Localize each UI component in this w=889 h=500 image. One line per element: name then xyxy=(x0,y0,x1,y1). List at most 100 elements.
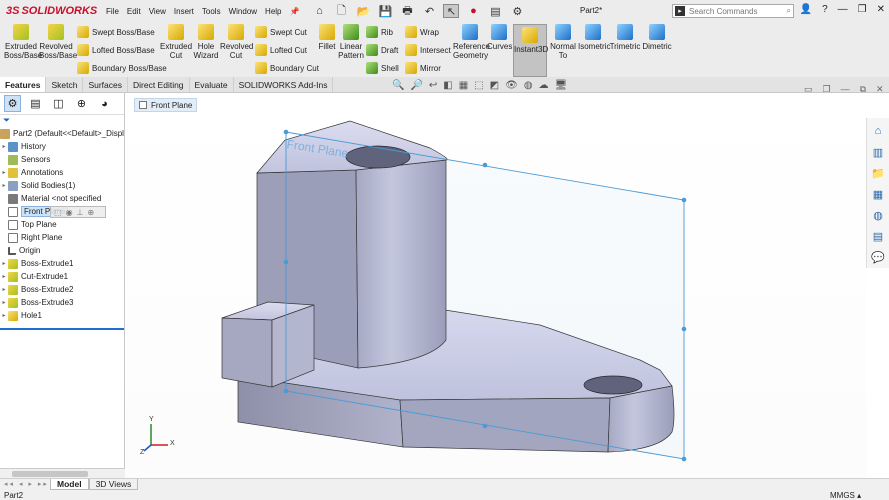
curves-button[interactable]: Curves xyxy=(487,24,512,51)
expand-arrow-icon[interactable]: ▸ xyxy=(0,286,8,293)
swept-cut-button[interactable]: Swept Cut xyxy=(255,26,307,38)
dimetric-button[interactable]: Dimetric xyxy=(641,24,673,51)
tree-item-origin[interactable]: Origin xyxy=(0,244,124,257)
custom-properties-icon[interactable]: ▤ xyxy=(871,229,885,243)
expand-arrow-icon[interactable]: ▸ xyxy=(0,312,8,319)
close-icon[interactable]: ✕ xyxy=(877,4,885,15)
tab-addins[interactable]: SOLIDWORKS Add-Ins xyxy=(234,77,334,92)
solidworks-logo[interactable]: 3S SOLIDWORKS xyxy=(0,5,100,17)
tree-item-material[interactable]: Material <not specified> xyxy=(0,192,124,205)
viewport-minimize-icon[interactable]: ▭ xyxy=(804,84,813,95)
new-document-icon[interactable]: 🗋 xyxy=(333,4,349,18)
filter-icon[interactable]: ⏷ xyxy=(0,115,124,127)
configuration-manager-tab-icon[interactable]: ◫ xyxy=(50,95,67,112)
panel-scrollbar[interactable] xyxy=(0,468,125,478)
undo-icon[interactable]: ↶ xyxy=(421,4,437,18)
extruded-cut-button[interactable]: Extruded Cut xyxy=(160,24,192,60)
intersect-button[interactable]: Intersect xyxy=(405,44,451,56)
menu-tools[interactable]: Tools xyxy=(202,7,221,16)
tab-scroll-buttons[interactable]: ◂◂ ◂ ▸ ▸▸ xyxy=(4,480,49,488)
shell-button[interactable]: Shell xyxy=(366,62,399,74)
feature-manager-tab-icon[interactable]: ⚙ xyxy=(4,95,21,112)
viewport-close-icon[interactable]: ✕ xyxy=(876,84,884,95)
revolved-cut-button[interactable]: Revolved Cut xyxy=(220,24,253,60)
search-commands[interactable]: ▸ Search Commands ⌕ xyxy=(672,4,794,18)
design-library-icon[interactable]: ▥ xyxy=(871,145,885,159)
linear-pattern-button[interactable]: Linear Pattern xyxy=(338,24,364,60)
part-model[interactable] xyxy=(126,93,866,478)
boundary-boss-button[interactable]: Boundary Boss/Base xyxy=(77,62,167,74)
search-icon[interactable]: ⌕ xyxy=(787,6,791,16)
view-orientation-icon[interactable]: ⬚ xyxy=(474,80,483,91)
save-icon[interactable]: 💾 xyxy=(377,4,393,18)
expand-arrow-icon[interactable]: ▸ xyxy=(0,143,8,150)
hide-show-icon[interactable]: 👁 xyxy=(505,80,518,91)
mirror-button[interactable]: Mirror xyxy=(405,62,441,74)
wrap-button[interactable]: Wrap xyxy=(405,26,439,38)
pin-icon[interactable]: 📌 xyxy=(290,7,300,16)
tree-root[interactable]: Part2 (Default<<Default>_Displ xyxy=(0,127,124,140)
tree-item-boss-extrude1[interactable]: ▸ Boss-Extrude1 xyxy=(0,257,124,270)
tab-direct-editing[interactable]: Direct Editing xyxy=(128,77,190,92)
appearances-icon[interactable]: ◍ xyxy=(871,208,885,222)
viewport-tile-icon[interactable]: ❐ xyxy=(823,84,831,95)
view-settings-icon[interactable]: 🖥 xyxy=(555,80,568,91)
scrollbar-thumb[interactable] xyxy=(12,471,88,477)
zoom-area-icon[interactable]: 🔎 xyxy=(410,80,422,91)
tree-item-solid-bodies[interactable]: ▸ Solid Bodies(1) xyxy=(0,179,124,192)
menu-file[interactable]: File xyxy=(106,7,119,16)
expand-arrow-icon[interactable]: ▸ xyxy=(0,260,8,267)
view-icon[interactable]: ◉ xyxy=(66,208,73,217)
fillet-button[interactable]: Fillet xyxy=(316,24,338,51)
display-style-icon[interactable]: ◩ xyxy=(490,80,499,91)
draft-button[interactable]: Draft xyxy=(366,44,398,56)
menu-view[interactable]: View xyxy=(149,7,166,16)
tree-item-cut-extrude1[interactable]: ▸ Cut-Extrude1 xyxy=(0,270,124,283)
user-icon[interactable]: 👤 xyxy=(800,4,812,15)
help-icon[interactable]: ? xyxy=(822,4,828,15)
tree-item-right-plane[interactable]: Right Plane xyxy=(0,231,124,244)
tab-surfaces[interactable]: Surfaces xyxy=(83,77,128,92)
rollback-bar[interactable] xyxy=(0,328,124,330)
isometric-button[interactable]: Isometric xyxy=(578,24,610,51)
normal-to-icon[interactable]: ⊥ xyxy=(77,208,84,217)
graphics-area[interactable]: Front Plane Front Plane X Y Z ⬚ ◉ ⊥ ⊕ xyxy=(50,93,866,478)
home-icon[interactable]: ⌂ xyxy=(311,4,327,18)
dimxpert-tab-icon[interactable]: ⊕ xyxy=(73,95,90,112)
display-manager-tab-icon[interactable]: ◕ xyxy=(96,95,113,112)
expand-arrow-icon[interactable]: ▸ xyxy=(0,182,8,189)
swept-boss-button[interactable]: Swept Boss/Base xyxy=(77,26,155,38)
open-icon[interactable]: 📂 xyxy=(355,4,371,18)
hole-wizard-button[interactable]: Hole Wizard xyxy=(192,24,220,60)
tab-3d-views[interactable]: 3D Views xyxy=(88,479,139,490)
dynamic-annotation-icon[interactable]: ▦ xyxy=(459,80,468,91)
previous-view-icon[interactable]: ↩ xyxy=(429,80,437,91)
options-gear-icon[interactable]: ⚙ xyxy=(509,4,525,18)
rib-button[interactable]: Rib xyxy=(366,26,393,38)
units-indicator[interactable]: MMGS ▴ xyxy=(830,491,861,500)
edit-sketch-icon[interactable]: ⬚ xyxy=(54,208,62,217)
viewport-min-icon[interactable]: — xyxy=(841,84,850,95)
extruded-boss-button[interactable]: Extruded Boss/Base xyxy=(4,24,42,60)
tree-item-boss-extrude3[interactable]: ▸ Boss-Extrude3 xyxy=(0,296,124,309)
tab-model[interactable]: Model xyxy=(50,479,89,490)
expand-arrow-icon[interactable]: ▸ xyxy=(0,299,8,306)
boundary-cut-button[interactable]: Boundary Cut xyxy=(255,62,319,74)
menu-window[interactable]: Window xyxy=(229,7,257,16)
appearance-icon[interactable]: ◍ xyxy=(524,80,533,91)
normal-to-button[interactable]: Normal To xyxy=(548,24,578,60)
expand-arrow-icon[interactable]: ▸ xyxy=(0,273,8,280)
property-manager-tab-icon[interactable]: ▤ xyxy=(27,95,44,112)
tab-evaluate[interactable]: Evaluate xyxy=(190,77,234,92)
view-palette-icon[interactable]: ▦ xyxy=(871,187,885,201)
tree-item-history[interactable]: ▸ History xyxy=(0,140,124,153)
print-icon[interactable]: 🖶 xyxy=(399,4,415,18)
tree-item-hole1[interactable]: ▸ Hole1 xyxy=(0,309,124,322)
instant3d-button[interactable]: Instant3D xyxy=(513,24,548,77)
reference-geometry-button[interactable]: Reference Geometry xyxy=(453,24,490,60)
tree-item-annotations[interactable]: ▸ Annotations xyxy=(0,166,124,179)
minimize-icon[interactable]: — xyxy=(838,4,848,15)
lofted-boss-button[interactable]: Lofted Boss/Base xyxy=(77,44,155,56)
tree-item-boss-extrude2[interactable]: ▸ Boss-Extrude2 xyxy=(0,283,124,296)
trimetric-button[interactable]: Trimetric xyxy=(609,24,641,51)
